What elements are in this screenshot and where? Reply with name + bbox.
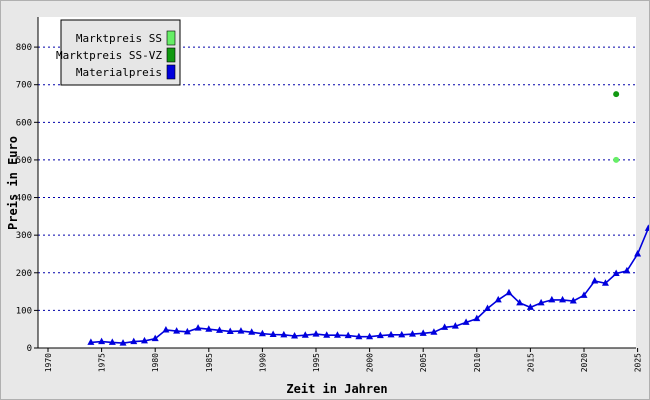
x-tick-label: 1985 <box>205 353 214 372</box>
y-tick-label: 600 <box>16 118 32 128</box>
x-tick-label: 2020 <box>580 353 589 372</box>
legend-item-marktpreis-ss-vz-label: Marktpreis SS-VZ <box>56 49 162 62</box>
y-tick-label: 100 <box>16 306 32 316</box>
y-tick-label: 800 <box>16 43 32 53</box>
chart-frame: 0 100 200 300 400 500 600 700 800 1970 1975 1980 198… <box>0 0 650 400</box>
legend: Marktpreis SS Marktpreis SS-VZ Materialpre… <box>56 19 181 86</box>
x-tick-label: 1990 <box>258 353 267 372</box>
x-tick-label: 1995 <box>312 353 321 372</box>
legend-item-marktpreis-ss-label: Marktpreis SS <box>76 32 162 45</box>
legend-item-materialpreis-label: Materialpreis <box>76 66 162 79</box>
y-tick-label: 300 <box>16 231 32 241</box>
legend-item-materialpreis-swatch <box>166 64 176 80</box>
x-axis-label: Zeit in Jahren <box>286 382 387 396</box>
y-tick-label: 200 <box>16 269 32 279</box>
legend-item-marktpreis-ss-swatch <box>166 30 176 46</box>
x-tick-label: 1970 <box>44 353 53 372</box>
data-point-materialpreis <box>644 224 649 231</box>
x-tick-label: 2005 <box>419 353 428 372</box>
x-tick-label: 2000 <box>366 353 375 372</box>
x-tick-label: 2010 <box>473 353 482 372</box>
data-point-marktpreis-ss <box>613 156 620 163</box>
x-tick-label: 1980 <box>151 353 160 372</box>
legend-item-marktpreis-ss-vz-swatch <box>166 47 176 63</box>
data-point-marktpreis-ss-vz <box>613 91 620 98</box>
y-tick-label: 0 <box>27 344 32 354</box>
x-tick-label: 2025 <box>634 353 643 372</box>
y-axis-label: Preis in Euro <box>6 136 20 230</box>
y-tick-label: 700 <box>16 81 32 91</box>
x-tick-label: 2015 <box>526 353 535 372</box>
price-chart: 01002003004005006007008001970 1975 1980 198… <box>6 17 649 396</box>
x-tick-label: 1975 <box>98 353 107 372</box>
